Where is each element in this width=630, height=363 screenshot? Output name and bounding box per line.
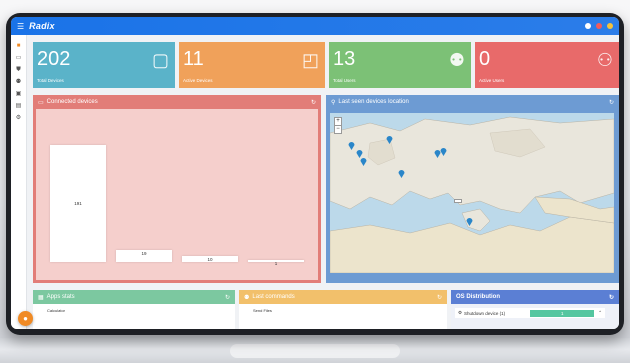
- panel-title: OS Distribution: [456, 294, 500, 300]
- refresh-icon[interactable]: ↻: [609, 99, 614, 106]
- panel-title: Last commands: [252, 294, 295, 300]
- map-header: ⚲ Last seen devices location ↻: [326, 95, 619, 109]
- zoom-controls: + −: [334, 117, 342, 134]
- chevron-up-icon[interactable]: ⌃: [598, 310, 602, 316]
- tile-label: Active Users: [479, 78, 505, 83]
- bell-icon[interactable]: [596, 23, 602, 29]
- users-outline-icon: ⚇: [596, 50, 613, 70]
- tablet-icon: ▢: [151, 50, 169, 70]
- sidebar: ■ ▭ ⛊ ⚉ ▣ ▤ ⚙: [11, 35, 27, 329]
- last-commands-panel: ⚉ Last commands ↻ Send Files: [239, 290, 447, 329]
- refresh-icon[interactable]: ↻: [225, 294, 230, 301]
- users-icon: ⚉: [448, 50, 465, 70]
- chart-icon: ▦: [38, 294, 44, 301]
- map-marker-tooltip: [454, 199, 462, 203]
- tile-active-devices[interactable]: 11 Active Devices ◰: [179, 42, 325, 88]
- tile-value: 13: [333, 48, 356, 70]
- refresh-icon[interactable]: ↻: [437, 294, 442, 301]
- tile-total-users[interactable]: 13 Total Users ⚉: [329, 42, 471, 88]
- tile-label: Total Devices: [37, 78, 64, 83]
- screen: ☰ Radix ■ ▭ ⛊ ⚉ ▣ ▤ ⚙ 202 Total Devices …: [11, 17, 619, 329]
- row-label: Shutdown device (1): [464, 310, 506, 316]
- list-item: Send Files: [253, 308, 272, 313]
- devices-map[interactable]: + −: [330, 113, 614, 273]
- tile-active-users[interactable]: 0 Active Users ⚇: [475, 42, 619, 88]
- connected-devices-chart: 191 19 10 1: [36, 112, 318, 280]
- zoom-out-button[interactable]: −: [335, 125, 341, 133]
- fab-button[interactable]: ●: [18, 311, 33, 326]
- shield-icon[interactable]: ⛊: [16, 67, 21, 73]
- connected-devices-panel: ▭ Connected devices ↻ 191 19 10 1: [33, 95, 321, 283]
- tile-total-devices[interactable]: 202 Total Devices ▢: [33, 42, 175, 88]
- apps-icon[interactable]: ▣: [16, 91, 22, 97]
- bar-value-label: 10: [207, 256, 213, 262]
- users-icon: ⚉: [244, 294, 250, 301]
- tile-value: 11: [183, 48, 204, 70]
- cast-icon: ◰: [301, 50, 319, 70]
- panel-title: Apps stats: [46, 294, 75, 300]
- refresh-icon[interactable]: ↻: [311, 99, 316, 106]
- map-marker-icon[interactable]: [348, 141, 355, 150]
- bar-value-label: 191: [74, 200, 82, 206]
- dashboard-icon[interactable]: ■: [17, 43, 21, 49]
- tile-label: Total Users: [333, 78, 356, 83]
- settings-icon[interactable]: ⚙: [16, 115, 21, 121]
- os-distribution-panel: OS Distribution ↻ ⚙ Shutdown device (1) …: [451, 290, 619, 329]
- map-marker-icon[interactable]: [466, 217, 473, 226]
- panel-title: Last seen devices location: [338, 99, 409, 105]
- gear-icon: ⚙: [458, 310, 463, 315]
- bar-value-label: 1: [274, 261, 278, 266]
- devices-icon[interactable]: ▭: [16, 55, 22, 61]
- map-marker-icon[interactable]: [440, 147, 447, 156]
- apps-stats-panel: ▦ Apps stats ↻ Calculator: [33, 290, 235, 329]
- connected-devices-header: ▭ Connected devices ↻: [36, 98, 318, 109]
- os-distribution-header: OS Distribution ↻: [451, 290, 619, 304]
- pin-icon: ⚲: [331, 99, 336, 106]
- app-brand[interactable]: Radix: [29, 21, 55, 31]
- map-panel: ⚲ Last seen devices location ↻ + −: [326, 95, 619, 283]
- user-icon[interactable]: [607, 23, 613, 29]
- list-item: Calculator: [47, 308, 66, 313]
- top-bar-actions: [585, 23, 613, 29]
- zoom-in-button[interactable]: +: [335, 118, 341, 125]
- apps-stats-header: ▦ Apps stats ↻: [33, 290, 235, 304]
- map-marker-icon[interactable]: [360, 157, 367, 166]
- chat-icon: ●: [23, 314, 28, 323]
- menu-icon[interactable]: ☰: [17, 22, 24, 31]
- users-icon[interactable]: ⚉: [16, 79, 21, 85]
- help-icon[interactable]: [585, 23, 591, 29]
- refresh-icon[interactable]: ↻: [609, 294, 614, 301]
- last-commands-header: ⚉ Last commands ↻: [239, 290, 447, 304]
- row-value-bar: 1: [530, 309, 595, 317]
- tile-label: Active Devices: [183, 78, 213, 83]
- stand-highlight: [230, 344, 400, 358]
- map-land: [330, 116, 614, 273]
- top-bar: ☰ Radix: [11, 17, 619, 35]
- map-marker-icon[interactable]: [398, 169, 405, 178]
- map-marker-icon[interactable]: [386, 135, 393, 144]
- monitor-icon: ▭: [38, 99, 44, 106]
- panel-title: Connected devices: [46, 99, 98, 105]
- tile-value: 202: [37, 48, 71, 70]
- files-icon[interactable]: ▤: [16, 103, 22, 109]
- bar-value-label: 19: [141, 251, 147, 257]
- tile-value: 0: [479, 48, 491, 70]
- os-distribution-row[interactable]: ⚙ Shutdown device (1) 1 ⌃: [455, 308, 605, 318]
